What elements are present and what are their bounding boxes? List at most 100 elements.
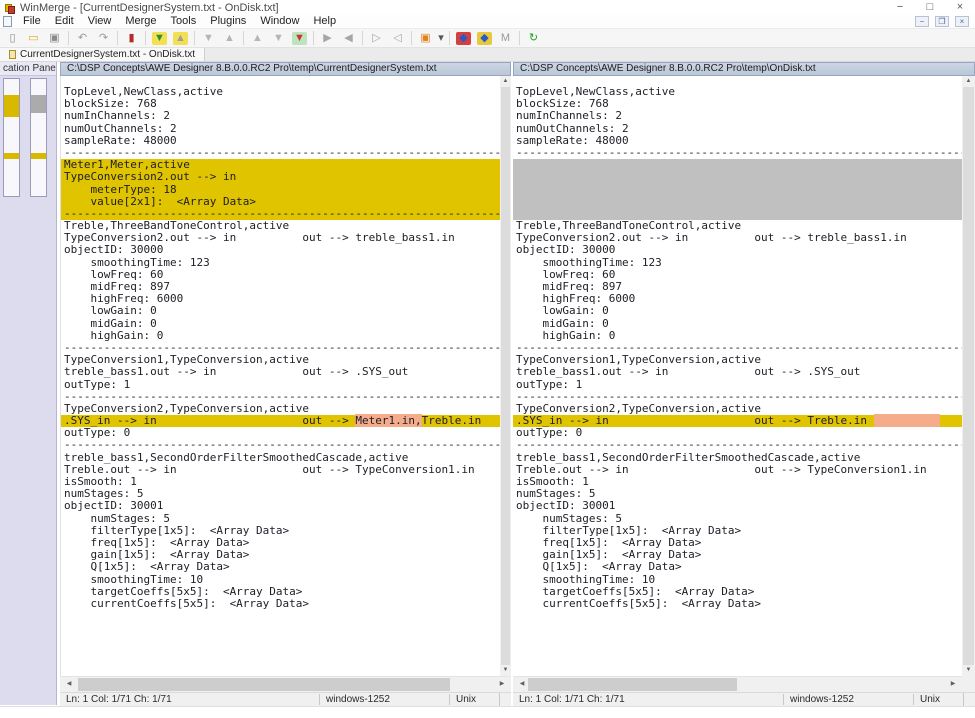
last-difference-button[interactable]: ▼ bbox=[268, 29, 289, 47]
copy-left-button[interactable]: ◀ bbox=[338, 29, 359, 47]
editor-line[interactable]: treble_bass1.out --> in out --> .SYS_out bbox=[513, 366, 962, 378]
menu-file[interactable]: File bbox=[16, 15, 48, 27]
editor-line[interactable]: lowGain: 0 bbox=[513, 305, 962, 317]
ghost-line[interactable] bbox=[513, 184, 962, 196]
copy-right-button[interactable]: ▶ bbox=[317, 29, 338, 47]
editor-line[interactable]: Q[1x5]: <Array Data> bbox=[61, 561, 500, 573]
previous-difference-x2-button[interactable]: ▲ bbox=[219, 29, 240, 47]
right-hscroll-thumb[interactable] bbox=[528, 678, 737, 691]
compare-files-button[interactable]: ◆ bbox=[453, 29, 474, 47]
editor-line[interactable]: smoothingTime: 10 bbox=[61, 574, 500, 586]
auto-merge-dropdown-button[interactable]: ▾ bbox=[436, 29, 446, 47]
auto-merge-button[interactable]: ▣ bbox=[415, 29, 436, 47]
editor-line[interactable]: numOutChannels: 2 bbox=[61, 123, 500, 135]
right-horizontal-scrollbar[interactable]: ◀ ▶ bbox=[513, 676, 962, 692]
location-diff-band[interactable] bbox=[31, 153, 46, 159]
undo-button[interactable]: ↶ bbox=[72, 29, 93, 47]
scroll-down-icon[interactable]: ▼ bbox=[962, 665, 975, 676]
current-difference-button[interactable]: ▼ bbox=[289, 29, 310, 47]
left-file-path-header[interactable]: C:\DSP Concepts\AWE Designer 8.B.0.0.RC2… bbox=[60, 62, 511, 76]
save-button[interactable]: ▣ bbox=[44, 29, 65, 47]
location-bar-right[interactable] bbox=[30, 78, 47, 197]
child-restore-icon[interactable]: ❐ bbox=[935, 16, 949, 27]
copy-left-advance-button[interactable]: ◁ bbox=[387, 29, 408, 47]
maximize-icon[interactable]: □ bbox=[915, 0, 945, 15]
scroll-left-icon[interactable]: ◀ bbox=[62, 677, 76, 692]
left-horizontal-scrollbar[interactable]: ◀ ▶ bbox=[60, 676, 511, 692]
menu-edit[interactable]: Edit bbox=[48, 15, 81, 27]
diff-line[interactable]: TypeConversion2.out --> in bbox=[61, 171, 500, 183]
minimize-icon[interactable]: − bbox=[885, 0, 915, 15]
right-editor[interactable]: TopLevel,NewClass,activeblockSize: 768nu… bbox=[513, 76, 962, 676]
ghost-line[interactable] bbox=[513, 171, 962, 183]
editor-line[interactable]: numStages: 5 bbox=[513, 513, 962, 525]
editor-line[interactable]: outType: 1 bbox=[513, 379, 962, 391]
menu-view[interactable]: View bbox=[81, 15, 119, 27]
swap-panes-button[interactable]: ◆ bbox=[474, 29, 495, 47]
menu-plugins[interactable]: Plugins bbox=[203, 15, 253, 27]
scroll-up-icon[interactable]: ▲ bbox=[962, 76, 975, 87]
editor-line[interactable]: smoothingTime: 123 bbox=[513, 257, 962, 269]
scroll-right-icon[interactable]: ▶ bbox=[946, 677, 960, 692]
next-difference-button[interactable]: ▼ bbox=[149, 29, 170, 47]
editor-line[interactable]: Q[1x5]: <Array Data> bbox=[513, 561, 962, 573]
scroll-down-icon[interactable]: ▼ bbox=[500, 665, 511, 676]
child-minimize-icon[interactable]: − bbox=[915, 16, 929, 27]
menu-help[interactable]: Help bbox=[306, 15, 343, 27]
tab-compare-files[interactable]: CurrentDesignerSystem.txt - OnDisk.txt bbox=[0, 48, 205, 61]
editor-line[interactable]: smoothingTime: 123 bbox=[61, 257, 500, 269]
editor-line[interactable]: ----------------------------------------… bbox=[513, 147, 962, 159]
scroll-up-icon[interactable]: ▲ bbox=[500, 76, 511, 87]
editor-line[interactable]: treble_bass1,SecondOrderFilterSmoothedCa… bbox=[61, 452, 500, 464]
diff-line[interactable]: meterType: 18 bbox=[61, 184, 500, 196]
right-file-path-header[interactable]: C:\DSP Concepts\AWE Designer 8.B.0.0.RC2… bbox=[513, 62, 975, 76]
editor-line[interactable]: numOutChannels: 2 bbox=[513, 123, 962, 135]
menu-window[interactable]: Window bbox=[253, 15, 306, 27]
editor-line[interactable]: numStages: 5 bbox=[61, 513, 500, 525]
editor-line[interactable]: currentCoeffs[5x5]: <Array Data> bbox=[61, 598, 500, 610]
editor-line[interactable]: lowGain: 0 bbox=[61, 305, 500, 317]
left-vscroll-thumb[interactable] bbox=[501, 87, 510, 665]
editor-line[interactable]: midGain: 0 bbox=[61, 318, 500, 330]
editor-line[interactable]: currentCoeffs[5x5]: <Array Data> bbox=[513, 598, 962, 610]
left-vertical-scrollbar[interactable]: ▲ ▼ bbox=[500, 76, 511, 676]
left-hscroll-thumb[interactable] bbox=[78, 678, 450, 691]
ghost-line[interactable] bbox=[513, 159, 962, 171]
location-diff-band[interactable] bbox=[4, 153, 19, 159]
scroll-right-icon[interactable]: ▶ bbox=[495, 677, 509, 692]
editor-line[interactable]: numInChannels: 2 bbox=[61, 110, 500, 122]
left-editor[interactable]: TopLevel,NewClass,activeblockSize: 768nu… bbox=[60, 76, 500, 676]
editor-line[interactable]: treble_bass1,SecondOrderFilterSmoothedCa… bbox=[513, 452, 962, 464]
menu-merge[interactable]: Merge bbox=[118, 15, 163, 27]
menu-tools[interactable]: Tools bbox=[164, 15, 204, 27]
copy-right-advance-button[interactable]: ▷ bbox=[366, 29, 387, 47]
editor-line[interactable]: ----------------------------------------… bbox=[513, 439, 962, 451]
previous-difference-button[interactable]: ▲ bbox=[170, 29, 191, 47]
close-icon[interactable]: × bbox=[945, 0, 975, 15]
editor-line[interactable]: objectID: 30001 bbox=[61, 500, 500, 512]
merge-mode-button[interactable]: M bbox=[495, 29, 516, 47]
refresh-button[interactable]: ↻ bbox=[523, 29, 544, 47]
scroll-left-icon[interactable]: ◀ bbox=[515, 677, 529, 692]
editor-line[interactable]: midGain: 0 bbox=[513, 318, 962, 330]
first-difference-button[interactable]: ▲ bbox=[247, 29, 268, 47]
editor-line[interactable]: treble_bass1.out --> in out --> .SYS_out bbox=[61, 366, 500, 378]
right-vertical-scrollbar[interactable]: ▲ ▼ bbox=[962, 76, 975, 676]
editor-line[interactable]: ----------------------------------------… bbox=[61, 439, 500, 451]
right-vscroll-thumb[interactable] bbox=[963, 87, 974, 665]
editor-line[interactable]: smoothingTime: 10 bbox=[513, 574, 962, 586]
location-bar-left[interactable] bbox=[3, 78, 20, 197]
editor-line[interactable]: outType: 1 bbox=[61, 379, 500, 391]
editor-line[interactable]: numInChannels: 2 bbox=[513, 110, 962, 122]
select-files-button[interactable]: ▮ bbox=[121, 29, 142, 47]
ghost-line[interactable] bbox=[513, 196, 962, 208]
editor-line[interactable]: objectID: 30000 bbox=[513, 244, 962, 256]
editor-line[interactable]: objectID: 30001 bbox=[513, 500, 962, 512]
child-close-icon[interactable]: × bbox=[955, 16, 969, 27]
editor-line[interactable]: objectID: 30000 bbox=[61, 244, 500, 256]
open-button[interactable]: ▭ bbox=[23, 29, 44, 47]
next-difference-x2-button[interactable]: ▼ bbox=[198, 29, 219, 47]
new-file-button[interactable]: ▯ bbox=[2, 29, 23, 47]
location-diff-band[interactable] bbox=[4, 95, 19, 117]
redo-button[interactable]: ↷ bbox=[93, 29, 114, 47]
